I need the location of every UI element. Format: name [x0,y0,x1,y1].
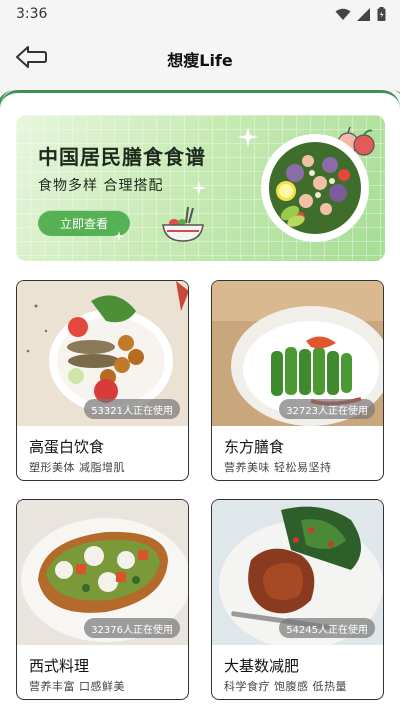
status-time: 3:36 [16,6,48,22]
sparkle-icon [114,231,124,241]
recipe-banner[interactable]: 中国居民膳食食谱 食物多样 合理搭配 立即查看 [16,115,385,261]
app-header: 想瘦Life [0,36,400,82]
wifi-icon [335,8,351,20]
status-icons [335,7,386,21]
back-arrow-icon [16,46,47,68]
card-tags: 营养丰富 口感鲜美 [29,680,125,693]
diet-card-western[interactable]: 32376人正在使用 西式料理 营养丰富 口感鲜美 [16,499,189,700]
diet-card-large-base-weight-loss[interactable]: 54245人正在使用 大基数减肥 科学食疗 饱腹感 低热量 [211,499,384,700]
card-title: 高蛋白饮食 [29,438,105,456]
banner-subtitle: 食物多样 合理搭配 [38,178,164,194]
sparkle-icon [238,127,258,147]
small-bowl-illustration [162,206,204,242]
card-tags: 营养美味 轻松易坚持 [224,461,332,474]
banner-title: 中国居民膳食食谱 [38,145,206,169]
card-title: 东方膳食 [224,438,285,456]
signal-icon [357,7,370,21]
status-bar: 3:36 [0,0,400,28]
card-tags: 科学食疗 饱腹感 低热量 [224,680,347,693]
usage-count-badge: 53321人正在使用 [84,399,180,419]
battery-icon [377,7,386,21]
page-title: 想瘦Life [167,51,233,70]
back-button[interactable] [14,42,48,72]
usage-count-badge: 54245人正在使用 [279,618,375,638]
sparkle-icon [192,181,206,195]
diet-card-high-protein[interactable]: 53321人正在使用 高蛋白饮食 塑形美体 减脂增肌 [16,280,189,481]
card-title: 西式料理 [29,657,90,675]
card-title: 大基数减肥 [224,657,300,675]
diet-card-oriental[interactable]: 32723人正在使用 东方膳食 营养美味 轻松易坚持 [211,280,384,481]
usage-count-badge: 32723人正在使用 [279,399,375,419]
usage-count-badge: 32376人正在使用 [84,618,180,638]
card-tags: 塑形美体 减脂增肌 [29,461,125,474]
salad-bowl-illustration [261,134,369,242]
